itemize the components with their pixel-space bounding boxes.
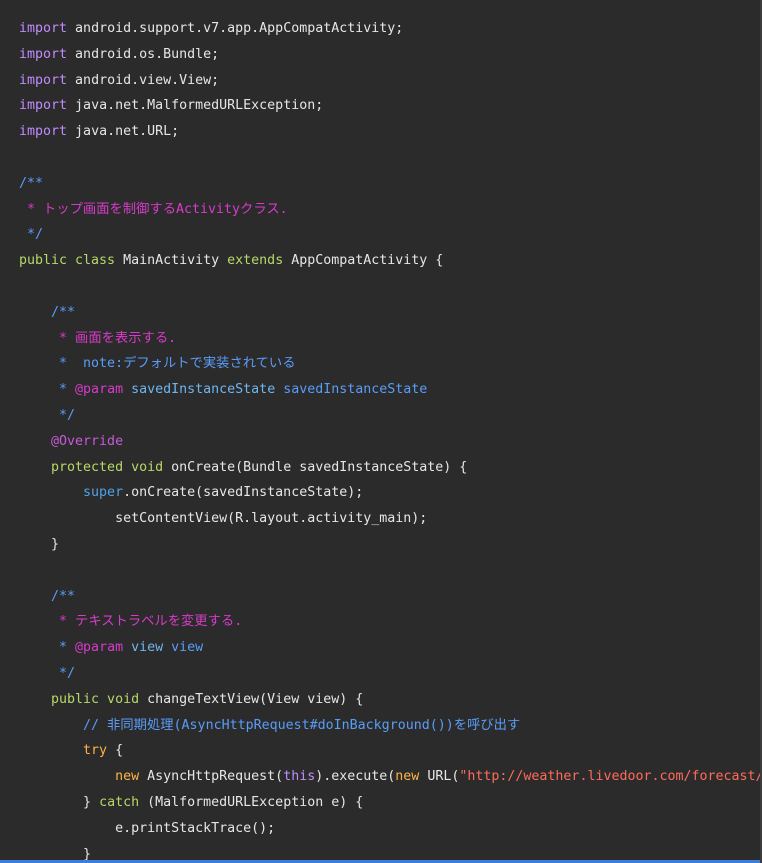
code-token: * テキストラベルを変更する. [19, 614, 243, 630]
code-token: MainActivity [115, 253, 228, 269]
code-token: android.os.Bundle; [67, 46, 220, 62]
code-token: @param [75, 382, 124, 398]
code-line: * 画面を表示する. [19, 326, 760, 352]
code-line: import android.os.Bundle; [19, 42, 760, 68]
code-token: catch [99, 794, 140, 810]
code-token: /** [19, 304, 76, 320]
code-token: * note:デフォルトで実装されている [19, 356, 296, 372]
code-token: android.view.View; [67, 72, 220, 88]
code-token: public void [19, 691, 140, 707]
code-line: } catch (MalformedURLException e) { [19, 790, 760, 816]
code-line: import android.support.v7.app.AppCompatA… [19, 16, 760, 42]
code-token: /** [19, 175, 44, 191]
code-token: onCreate(Bundle savedInstanceState) { [163, 459, 468, 475]
code-token: savedInstanceState [275, 382, 428, 398]
code-token: protected void [19, 459, 164, 475]
code-token: } [19, 536, 60, 552]
code-token: setContentView(R.layout.activity_main); [19, 511, 428, 527]
code-line: } [19, 532, 760, 558]
code-token: view [163, 640, 204, 656]
code-line: // 非同期処理(AsyncHttpRequest#doInBackground… [19, 713, 760, 739]
code-line: /** [19, 171, 760, 197]
code-line: public void changeTextView(View view) { [19, 687, 760, 713]
code-token: */ [19, 665, 76, 681]
code-line: import java.net.URL; [19, 119, 760, 145]
code-line: * @param view view [19, 635, 760, 661]
code-token: AsyncHttpRequest( [139, 769, 284, 785]
code-token: public class [19, 253, 116, 269]
code-token: new [19, 769, 140, 785]
code-token: new [395, 769, 420, 785]
code-token: this [283, 769, 316, 785]
code-token: view [123, 640, 164, 656]
code-line: new AsyncHttpRequest(this).execute(new U… [19, 764, 762, 790]
code-line: /** [19, 584, 760, 610]
code-token: import [19, 21, 68, 36]
code-line: setContentView(R.layout.activity_main); [19, 506, 760, 532]
code-token: .onCreate(savedInstanceState); [123, 485, 364, 501]
code-line: */ [19, 222, 760, 248]
code-token: (MalformedURLException e) { [139, 794, 364, 810]
code-line: super.onCreate(savedInstanceState); [19, 480, 760, 506]
code-token: * 画面を表示する. [19, 330, 177, 346]
code-line: e.printStackTrace(); [19, 816, 760, 842]
code-token: /** [19, 588, 76, 604]
code-token: URL( [419, 769, 460, 785]
code-line: public class MainActivity extends AppCom… [19, 248, 760, 274]
code-token: AppCompatActivity { [283, 253, 444, 269]
code-token: @Override [19, 433, 124, 449]
code-token: * [19, 382, 76, 398]
code-token: import [19, 72, 68, 88]
code-token: * [19, 640, 76, 656]
code-token: e.printStackTrace(); [19, 820, 276, 836]
code-line: import java.net.MalformedURLException; [19, 93, 760, 119]
code-token: // 非同期処理(AsyncHttpRequest#doInBackground… [19, 717, 521, 733]
code-token: try [19, 743, 108, 759]
code-token: { [107, 743, 124, 759]
code-line: protected void onCreate(Bundle savedInst… [19, 455, 760, 481]
code-line: try { [19, 738, 760, 764]
code-line: /** [19, 300, 760, 326]
code-line: import android.view.View; [19, 68, 760, 94]
code-token: changeTextView(View view) { [139, 691, 364, 707]
code-token: * トップ画面を制御するActivityクラス. [19, 201, 288, 217]
code-token: savedInstanceState [123, 382, 276, 398]
code-token: extends [227, 253, 284, 269]
code-token: } [19, 794, 100, 810]
code-token: import [19, 46, 68, 62]
code-token: ).execute( [315, 769, 396, 785]
code-token: java.net.URL; [67, 124, 180, 140]
code-line: */ [19, 661, 760, 687]
code-token: @param [75, 640, 124, 656]
code-editor[interactable]: import android.support.v7.app.AppCompatA… [0, 0, 762, 863]
code-content[interactable]: import android.support.v7.app.AppCompatA… [19, 16, 762, 863]
code-line: * note:デフォルトで実装されている [19, 351, 760, 377]
code-token: android.support.v7.app.AppCompatActivity… [67, 21, 404, 36]
code-token: */ [19, 227, 44, 243]
code-token: super [19, 485, 124, 501]
code-line: * トップ画面を制御するActivityクラス. [19, 197, 760, 223]
code-line: @Override [19, 429, 760, 455]
code-token: import [19, 98, 68, 114]
code-token: */ [19, 407, 76, 423]
code-token: import [19, 124, 68, 140]
code-line: */ [19, 403, 760, 429]
code-token: java.net.MalformedURLException; [67, 98, 324, 114]
code-line: * @param savedInstanceState savedInstanc… [19, 377, 760, 403]
code-line: * テキストラベルを変更する. [19, 609, 760, 635]
code-token: "http://weather.livedoor.com/forecast/we… [459, 769, 762, 785]
